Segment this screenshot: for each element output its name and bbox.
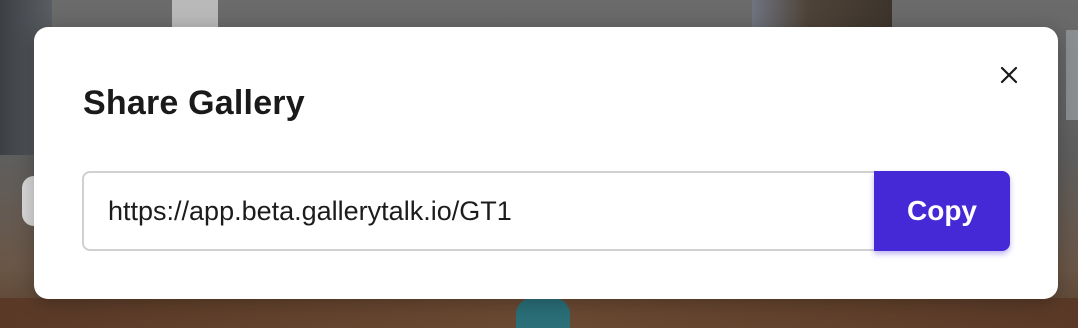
- share-link-input[interactable]: [82, 171, 874, 251]
- background-avatar: [516, 298, 570, 328]
- close-icon: [1000, 66, 1018, 84]
- background-pillar: [172, 0, 218, 30]
- close-button[interactable]: [994, 60, 1024, 90]
- copy-button[interactable]: Copy: [874, 171, 1010, 251]
- background-artwork: [752, 0, 892, 30]
- background-wall-edge: [1066, 30, 1078, 120]
- share-gallery-dialog: Share Gallery Copy: [34, 27, 1058, 299]
- share-link-row: Copy: [82, 171, 1010, 251]
- dialog-title: Share Gallery: [83, 84, 305, 122]
